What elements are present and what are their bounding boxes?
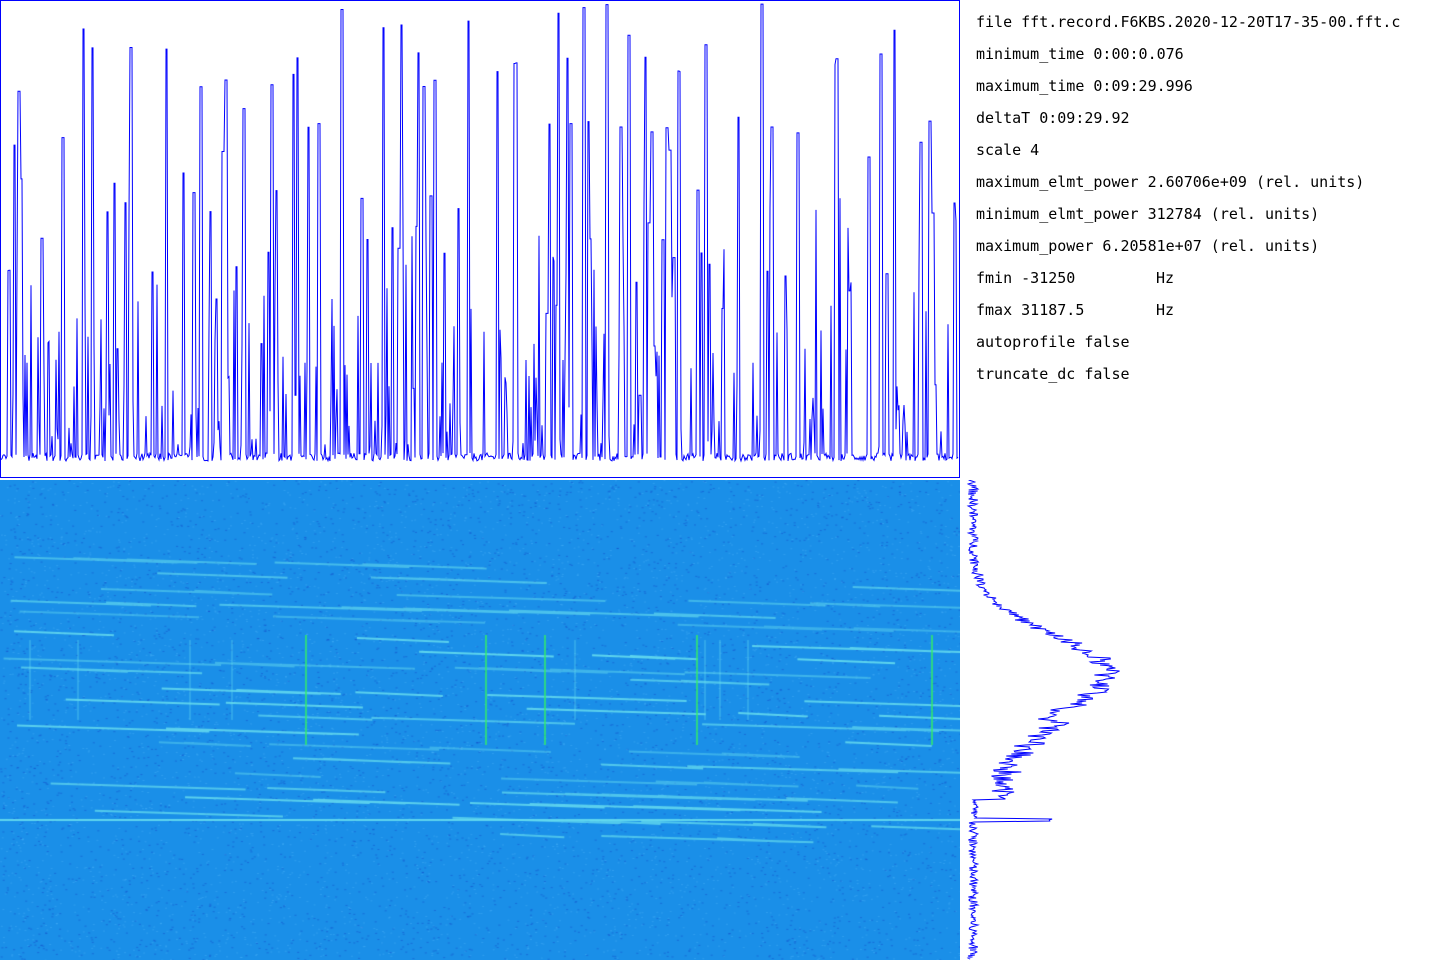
time-power-trace [0,3,959,463]
info-delta-t: deltaT 0:09:29.92 [976,109,1130,127]
info-autoprofile: autoprofile false [976,333,1130,351]
info-maximum-power: maximum_power 6.20581e+07 (rel. units) [976,237,1320,255]
time-power-plot [0,0,960,478]
info-scale: scale 4 [976,141,1040,159]
info-truncate-dc: truncate_dc false [976,365,1130,383]
info-fmin: fmin -31250 [976,269,1076,287]
info-minimum-time: minimum_time 0:00:0.076 [976,45,1184,63]
info-fmin-unit: Hz [1156,269,1175,287]
info-fmin-row: fmin -31250 Hz [976,266,1440,298]
info-maximum-elmt-power: maximum_elmt_power 2.60706e+09 (rel. uni… [976,173,1365,191]
info-file: file fft.record.F6KBS.2020-12-20T17-35-0… [976,13,1401,31]
frequency-profile-trace [966,480,1120,960]
info-minimum-elmt-power: minimum_elmt_power 312784 (rel. units) [976,205,1320,223]
info-maximum-time: maximum_time 0:09:29.996 [976,77,1193,95]
info-fmax-row: fmax 31187.5 Hz [976,298,1440,330]
info-fmax-unit: Hz [1156,301,1175,319]
info-fmax: fmax 31187.5 [976,301,1085,319]
spectrogram-waterfall [0,480,960,960]
frequency-profile-plot [966,480,1120,960]
info-panel: file fft.record.F6KBS.2020-12-20T17-35-0… [976,10,1440,390]
time-power-plot-svg [0,3,959,463]
